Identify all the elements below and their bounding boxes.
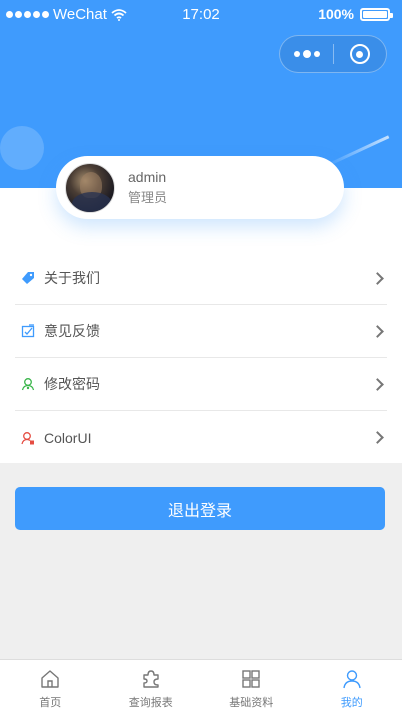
tag-icon: [20, 270, 36, 286]
user-icon: [343, 670, 361, 689]
user-role: 管理员: [128, 190, 168, 205]
tab-label-reports: 查询报表: [128, 697, 173, 709]
battery-group: 100%: [318, 6, 393, 22]
logout-button[interactable]: 退出登录: [15, 487, 385, 530]
chevron-right-icon: [371, 377, 384, 391]
grid-icon: [242, 670, 260, 688]
menu-label-feedback: 意见反馈: [44, 323, 100, 339]
user-key-icon: [20, 376, 36, 392]
user-card[interactable]: admin 管理员: [56, 156, 344, 219]
menu-list: 关于我们 意见反馈 修改密码 ColorUI: [0, 188, 402, 463]
decorative-streak: [324, 135, 390, 168]
menu-label-about-us: 关于我们: [44, 270, 100, 286]
tab-mine[interactable]: 我的: [302, 660, 402, 713]
puzzle-icon: [143, 670, 159, 688]
status-bar: WeChat 17:02 100%: [0, 0, 402, 30]
target-close-icon[interactable]: [334, 44, 386, 64]
capsule-menu: [279, 35, 387, 73]
tab-basic-data[interactable]: 基础资料: [201, 660, 302, 713]
menu-item-colorui[interactable]: ColorUI: [15, 411, 387, 464]
tab-label-mine: 我的: [340, 697, 363, 709]
menu-label-change-password: 修改密码: [44, 376, 100, 392]
tab-label-home: 首页: [39, 697, 62, 709]
avatar: [65, 162, 115, 213]
user-badge-icon: [20, 430, 36, 446]
menu-item-change-password[interactable]: 修改密码: [15, 358, 387, 411]
user-name: admin: [128, 169, 167, 185]
menu-label-colorui: ColorUI: [44, 429, 92, 446]
chevron-right-icon: [371, 431, 384, 444]
decorative-circle: [0, 126, 44, 170]
chevron-right-icon: [371, 271, 384, 285]
menu-item-feedback[interactable]: 意见反馈: [15, 305, 387, 358]
battery-icon: [360, 7, 393, 21]
chevron-right-icon: [371, 324, 384, 338]
feedback-icon: [20, 323, 36, 339]
tab-bar: 首页 查询报表 基础资料 我的: [0, 659, 402, 713]
menu-item-about-us[interactable]: 关于我们: [15, 252, 387, 305]
user-info: admin 管理员: [128, 168, 167, 207]
more-dots-icon[interactable]: [280, 49, 333, 58]
tab-label-basic-data: 基础资料: [229, 697, 274, 709]
battery-percent: 100%: [318, 6, 354, 22]
tab-reports[interactable]: 查询报表: [101, 660, 202, 713]
home-icon: [41, 670, 59, 688]
tab-home[interactable]: 首页: [0, 660, 101, 713]
